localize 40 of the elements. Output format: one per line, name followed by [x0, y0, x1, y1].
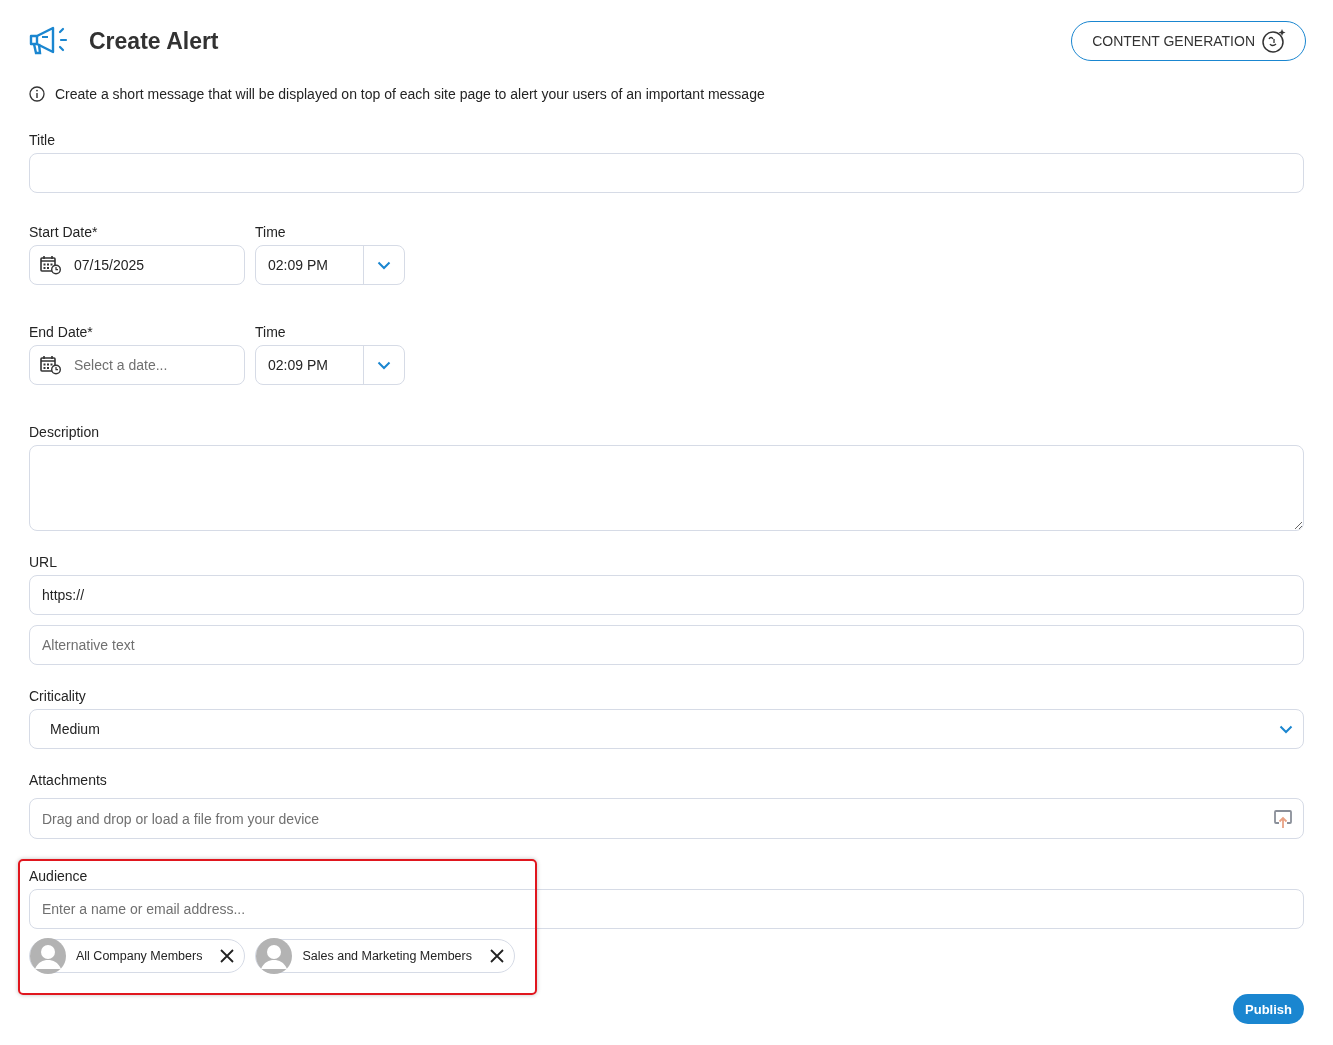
alternative-text-field[interactable]: Alternative text — [29, 625, 1304, 665]
attachments-field[interactable]: Drag and drop or load a file from your device — [29, 798, 1304, 839]
criticality-select[interactable]: Medium — [29, 709, 1304, 749]
publish-button[interactable]: Publish — [1233, 994, 1304, 1024]
field-label: Time — [255, 225, 287, 239]
calendar-clock-icon — [40, 355, 62, 375]
field-label: Start Date* — [29, 225, 99, 239]
field-label: Description — [29, 425, 101, 439]
field-label: Title — [29, 133, 56, 147]
member-name: All Company Members — [76, 949, 203, 963]
time-select[interactable]: 02:09 PM — [255, 345, 405, 385]
time-select[interactable]: 02:09 PM — [255, 245, 405, 285]
field-label: Time — [255, 325, 287, 339]
calendar-clock-icon — [40, 255, 62, 275]
avatar-icon — [30, 938, 66, 974]
field-label: End Date* — [29, 325, 94, 339]
upload-icon[interactable] — [1273, 808, 1293, 829]
info-icon — [29, 86, 45, 102]
date-field[interactable]: 07/15/2025 — [29, 245, 245, 285]
field-label: URL — [29, 555, 58, 569]
url-field[interactable]: https:// — [29, 575, 1304, 615]
sparkle-face-icon — [1261, 28, 1287, 54]
field-label: Criticality — [29, 689, 87, 703]
member-name: Sales and Marketing Members — [302, 949, 472, 963]
avatar-icon — [256, 938, 293, 974]
field-label: Attachments — [29, 773, 108, 787]
chevron-down-icon — [377, 260, 391, 270]
title-field[interactable] — [29, 153, 1304, 193]
audience-field[interactable]: Enter a name or email address... — [29, 889, 1304, 929]
description-field[interactable] — [29, 445, 1304, 531]
megaphone-icon — [29, 26, 69, 56]
content-generation-button[interactable]: CONTENT GENERATION — [1071, 21, 1306, 61]
chevron-down-icon — [1279, 724, 1293, 734]
page-title: Create Alert — [89, 27, 219, 55]
field-label: Audience — [29, 869, 89, 883]
close-icon[interactable] — [489, 949, 504, 963]
close-icon[interactable] — [220, 949, 235, 963]
date-field[interactable]: Select a date... — [29, 345, 245, 385]
info-text: Create a short message that will be displayed on top of each site page to alert your users of an important message — [55, 86, 765, 102]
chevron-down-icon — [377, 360, 391, 370]
